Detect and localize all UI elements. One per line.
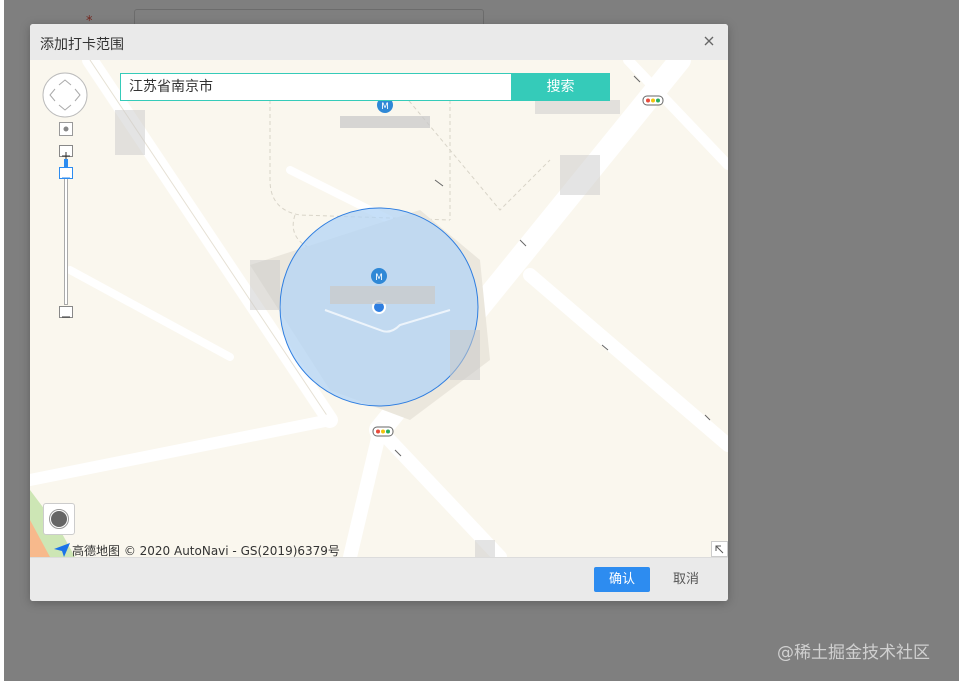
svg-text:M: M	[381, 102, 389, 112]
expand-corner-icon[interactable]	[711, 541, 728, 557]
redacted-area	[475, 540, 495, 557]
zoom-out-icon[interactable]	[59, 306, 73, 318]
dialog-title: 添加打卡范围	[40, 37, 124, 53]
redacted-area	[450, 330, 480, 380]
search-button[interactable]: 搜索	[511, 73, 610, 101]
dialog-footer: 确认 取消	[30, 557, 728, 601]
locate-icon[interactable]	[43, 503, 75, 535]
redacted-area	[560, 155, 600, 195]
cancel-button[interactable]: 取消	[658, 567, 714, 592]
redacted-area	[115, 110, 145, 155]
map-search-input[interactable]	[120, 73, 519, 101]
confirm-button[interactable]: 确认	[594, 567, 650, 592]
page-edge	[0, 0, 4, 681]
dialog-header: 添加打卡范围	[30, 24, 728, 61]
map-search-bar: 搜索	[120, 73, 610, 103]
redacted-area	[340, 116, 430, 128]
amap-logo-icon	[54, 543, 70, 557]
redacted-area	[330, 286, 435, 304]
watermark: @稀土掘金技术社区	[777, 643, 930, 663]
zoom-slider-handle[interactable]	[59, 167, 73, 179]
map-copyright-text: 高德地图 © 2020 AutoNavi - GS(2019)6379号	[72, 544, 340, 557]
pan-control-icon[interactable]	[42, 72, 88, 118]
map-canvas[interactable]: M M 江苏省南京市 搜索 高德地图 © 2020 AutoNavi - GS(…	[30, 60, 728, 557]
svg-text:M: M	[375, 273, 383, 283]
zoom-in-icon[interactable]	[59, 145, 73, 160]
add-checkin-range-dialog: 添加打卡范围 M M 江苏省南京市 搜索 高德地图 © 2020 AutoNav…	[30, 24, 728, 601]
zoom-reset-icon[interactable]	[59, 121, 73, 136]
map-copyright: 高德地图 © 2020 AutoNavi - GS(2019)6379号	[54, 542, 340, 557]
close-icon[interactable]	[698, 30, 720, 52]
redacted-area	[250, 260, 280, 310]
